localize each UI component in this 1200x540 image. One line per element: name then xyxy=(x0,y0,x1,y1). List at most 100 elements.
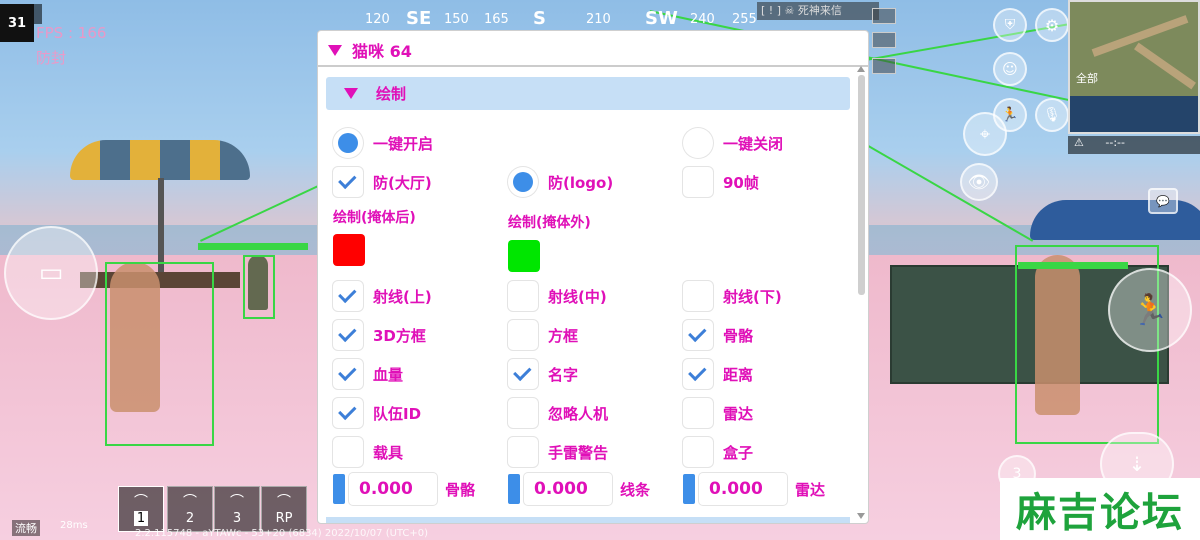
scrollbar[interactable] xyxy=(858,75,865,295)
option-checkbox[interactable]: 名字 xyxy=(508,358,578,390)
color-swatch-behind[interactable] xyxy=(333,234,365,266)
option-checkbox[interactable]: 盒子 xyxy=(683,436,753,468)
checkbox[interactable] xyxy=(508,281,538,311)
number-input[interactable]: 0.000 xyxy=(349,473,437,505)
quickslot-label: 1 xyxy=(134,511,148,526)
radio-button[interactable] xyxy=(683,128,713,158)
side-tab[interactable] xyxy=(872,32,896,48)
number-field-radar[interactable]: 0.000 雷达 xyxy=(683,472,825,506)
checkbox[interactable] xyxy=(683,167,713,197)
compass-tick: S xyxy=(533,8,546,29)
checkbox[interactable] xyxy=(333,437,363,467)
shield-icon[interactable]: ⛨ xyxy=(993,8,1027,42)
option-checkbox[interactable]: 忽略人机 xyxy=(508,397,608,429)
option-checkbox[interactable]: 射线(下) xyxy=(683,280,782,312)
health-bar xyxy=(198,243,308,250)
option-checkbox[interactable]: 射线(中) xyxy=(508,280,607,312)
quickslot-1[interactable]: ⌒ 1 xyxy=(118,486,164,532)
warning-icon: ⚠ xyxy=(1074,136,1084,149)
number-field-skeleton[interactable]: 0.000 骨骼 xyxy=(333,472,475,506)
checkbox[interactable] xyxy=(683,281,713,311)
section-header-draw[interactable]: 绘制 xyxy=(326,77,850,110)
checkbox[interactable] xyxy=(508,359,538,389)
number-label: 线条 xyxy=(620,480,651,499)
option-checkbox[interactable]: 雷达 xyxy=(683,397,753,429)
option-label: 骨骼 xyxy=(723,326,754,345)
slider-handle[interactable] xyxy=(683,474,695,504)
checkbox[interactable] xyxy=(683,437,713,467)
hanger-icon: ⌒ xyxy=(230,494,244,510)
checkbox[interactable] xyxy=(683,398,713,428)
option-label: 队伍ID xyxy=(373,404,422,423)
compass-tick: 240 xyxy=(690,12,715,27)
health-bar xyxy=(1018,262,1128,269)
checkbox[interactable] xyxy=(333,320,363,350)
option-label: 防(logo) xyxy=(548,173,614,192)
radio-button[interactable] xyxy=(333,128,363,158)
slider-handle[interactable] xyxy=(333,474,345,504)
checkbox[interactable] xyxy=(333,359,363,389)
option-checkbox[interactable]: 血量 xyxy=(333,358,403,390)
radio-disable-all[interactable]: 一键关闭 xyxy=(683,127,783,159)
minimap[interactable]: 全部 xyxy=(1068,0,1200,134)
location-marker-icon[interactable]: ⌖ xyxy=(963,112,1007,156)
option-checkbox[interactable]: 载具 xyxy=(333,436,403,468)
jump-icon[interactable]: 🏃 xyxy=(1108,268,1192,352)
check-lobby-protect[interactable]: 防(大厅) xyxy=(333,166,432,198)
option-checkbox[interactable]: 距离 xyxy=(683,358,753,390)
checkbox[interactable] xyxy=(333,398,363,428)
slider-handle[interactable] xyxy=(508,474,520,504)
option-label: 射线(下) xyxy=(723,287,782,306)
build-info: 2.2.115748 - aYTAWc - 53+20 (6834) 2022/… xyxy=(135,528,429,539)
number-input[interactable]: 0.000 xyxy=(699,473,787,505)
number-field-lines[interactable]: 0.000 线条 xyxy=(508,472,650,506)
option-checkbox[interactable]: 方框 xyxy=(508,319,578,351)
check-90fps[interactable]: 90帧 xyxy=(683,166,759,198)
checkbox[interactable] xyxy=(333,281,363,311)
next-section-header[interactable] xyxy=(326,517,850,523)
color-swatch-outside[interactable] xyxy=(508,240,540,272)
quickslot-3[interactable]: ⌒ 3 xyxy=(214,486,260,532)
color-label-outside: 绘制(掩体外) xyxy=(508,215,591,231)
quickslot-2[interactable]: ⌒ 2 xyxy=(167,486,213,532)
emote-icon[interactable]: ☺ xyxy=(993,52,1027,86)
scroll-up-icon[interactable] xyxy=(857,66,865,72)
number-input[interactable]: 0.000 xyxy=(524,473,612,505)
chat-icon[interactable]: 💬 xyxy=(1148,188,1178,214)
compass-tick: SE xyxy=(406,8,432,29)
checkbox[interactable] xyxy=(508,320,538,350)
option-label: 方框 xyxy=(548,326,579,345)
checkbox[interactable] xyxy=(508,398,538,428)
option-checkbox[interactable]: 手雷警告 xyxy=(508,436,608,468)
collapse-triangle-icon xyxy=(328,45,342,56)
compass-tick: 150 xyxy=(444,12,469,27)
network-status: 流畅 xyxy=(12,520,40,536)
radio-enable-all[interactable]: 一键开启 xyxy=(333,127,433,159)
option-checkbox[interactable]: 队伍ID xyxy=(333,397,421,429)
player-count: 人数 31 xyxy=(0,4,43,42)
section-label: 绘制 xyxy=(376,85,407,103)
left-joystick-icon[interactable]: ▭ xyxy=(4,226,98,320)
checkbox[interactable] xyxy=(508,437,538,467)
radio-dot xyxy=(338,133,358,153)
scroll-down-icon[interactable] xyxy=(857,513,865,519)
side-tab[interactable] xyxy=(872,58,896,74)
option-checkbox[interactable]: 骨骼 xyxy=(683,319,753,351)
eye-icon[interactable]: 👁 xyxy=(960,163,998,201)
number-label: 雷达 xyxy=(795,480,826,499)
radio-logo-protect[interactable]: 防(logo) xyxy=(508,166,613,198)
mic-icon[interactable]: 🎙 xyxy=(1035,98,1069,132)
checkbox[interactable] xyxy=(683,359,713,389)
option-checkbox[interactable]: 3D方框 xyxy=(333,319,426,351)
gear-icon[interactable]: ⚙ xyxy=(1035,8,1069,42)
radio-button[interactable] xyxy=(508,167,538,197)
menu-title[interactable]: 猫咪 64 xyxy=(328,38,412,62)
side-tab[interactable] xyxy=(872,8,896,24)
option-label: 一键开启 xyxy=(373,134,434,153)
zone-timer: --:-- xyxy=(1105,136,1125,149)
quickslot-rp[interactable]: ⌒ RP xyxy=(261,486,307,532)
option-label: 盒子 xyxy=(723,443,754,462)
checkbox[interactable] xyxy=(683,320,713,350)
checkbox[interactable] xyxy=(333,167,363,197)
option-checkbox[interactable]: 射线(上) xyxy=(333,280,432,312)
